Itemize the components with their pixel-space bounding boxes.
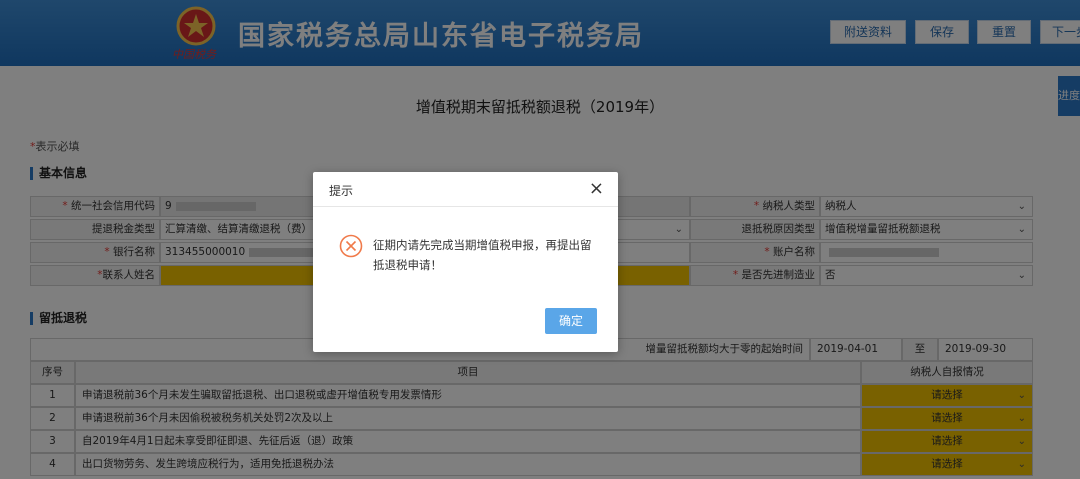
- dialog-message: 征期内请先完成当期增值税申报，再提出留抵退税申请！: [373, 238, 592, 272]
- close-icon[interactable]: ×: [589, 178, 604, 199]
- error-circle-icon: [339, 234, 363, 258]
- dialog-header: 提示 ×: [313, 172, 618, 207]
- dialog-title: 提示: [329, 184, 354, 198]
- confirm-button[interactable]: 确定: [545, 308, 597, 334]
- alert-dialog: 提示 × 征期内请先完成当期增值税申报，再提出留抵退税申请！ 确定: [313, 172, 618, 352]
